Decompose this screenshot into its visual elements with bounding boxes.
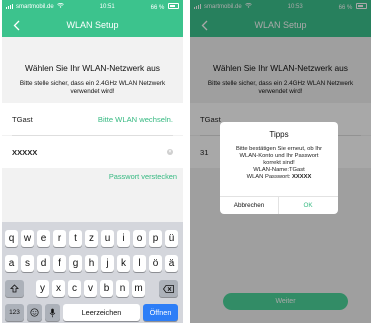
dialog-line: WLAN-Konto und Ihr Passwort <box>239 153 319 159</box>
dialog-line: WLAN-Name:TGast <box>253 167 305 173</box>
key-s[interactable]: s <box>21 255 34 272</box>
key-ue[interactable]: ü <box>165 230 178 247</box>
left-screen: smartmobil.de 10:51 66 % WLAN Setup Wähl… <box>2 0 183 323</box>
key-z[interactable]: z <box>85 230 98 247</box>
key-i[interactable]: i <box>117 230 130 247</box>
password-toggle-link[interactable]: Passwort verstecken <box>109 172 177 181</box>
password-value: XXXXX <box>292 174 312 180</box>
key-ae[interactable]: ä <box>165 255 178 272</box>
keyboard: q w e r t z u i o p ü a s d f g h j k l … <box>2 222 183 323</box>
password-field[interactable]: XXXXX × <box>2 136 183 168</box>
shift-icon[interactable] <box>5 280 24 297</box>
back-icon[interactable] <box>9 17 23 33</box>
clear-icon[interactable]: × <box>167 149 173 155</box>
battery-icon <box>168 2 179 9</box>
page-subtext: Bitte stelle sicher, dass ein 2.4GHz WLA… <box>19 80 166 95</box>
nav-title: WLAN Setup <box>66 20 119 30</box>
key-f[interactable]: f <box>53 255 66 272</box>
dialog-line: WLAN Passwort: XXXXX <box>226 174 332 181</box>
key-l[interactable]: l <box>133 255 146 272</box>
dialog-message: Bitte bestätigen Sie erneut, ob Ihr WLAN… <box>226 146 332 181</box>
key-e[interactable]: e <box>37 230 50 247</box>
key-a[interactable]: a <box>5 255 18 272</box>
key-t[interactable]: t <box>69 230 82 247</box>
microphone-icon[interactable] <box>45 304 60 321</box>
key-o[interactable]: o <box>133 230 146 247</box>
key-b[interactable]: b <box>100 280 113 297</box>
network-row[interactable]: TGast Bitte WLAN wechseln. <box>2 103 183 135</box>
signal-carrier: smartmobil.de <box>6 2 64 10</box>
confirm-dialog: Tipps Bitte bestätigen Sie erneut, ob Ih… <box>220 122 338 214</box>
dialog-title: Tipps <box>269 130 289 139</box>
wifi-icon <box>56 2 64 10</box>
key-j[interactable]: j <box>101 255 114 272</box>
signal-icon <box>6 4 13 9</box>
dialog-line: Bitte bestätigen Sie erneut, ob Ihr <box>235 146 323 152</box>
key-v[interactable]: v <box>84 280 97 297</box>
clock: 10:51 <box>99 3 115 10</box>
key-r[interactable]: r <box>53 230 66 247</box>
key-x[interactable]: x <box>52 280 65 297</box>
delete-icon[interactable] <box>159 280 178 297</box>
return-key[interactable]: Öffnen <box>143 304 178 321</box>
key-m[interactable]: m <box>132 280 145 297</box>
key-y[interactable]: y <box>36 280 49 297</box>
key-n[interactable]: n <box>116 280 129 297</box>
key-h[interactable]: h <box>85 255 98 272</box>
dialog-line: korrekt sind! <box>263 160 295 166</box>
cancel-button[interactable]: Abbrechen <box>220 196 278 214</box>
password-label: WLAN Passwort: <box>246 174 293 180</box>
key-oe[interactable]: ö <box>149 255 162 272</box>
right-screen: smartmobil.de 10:53 66 % WLAN Setup Wähl… <box>190 0 371 323</box>
password-value: XXXXX <box>12 147 38 157</box>
numbers-key[interactable]: 123 <box>5 304 24 321</box>
status-bar: smartmobil.de 10:51 66 % <box>2 0 183 13</box>
space-key[interactable]: Leerzeichen <box>63 304 140 321</box>
key-u[interactable]: u <box>101 230 114 247</box>
battery-label: 66 % <box>150 4 165 11</box>
emoji-icon[interactable] <box>27 304 42 321</box>
carrier-label: smartmobil.de <box>16 3 54 10</box>
change-wlan-link[interactable]: Bitte WLAN wechseln. <box>98 115 173 124</box>
battery-status: 66 % <box>150 2 179 11</box>
key-c[interactable]: c <box>68 280 81 297</box>
page-heading: Wählen Sie Ihr WLAN-Netzwerk aus <box>25 63 160 73</box>
key-q[interactable]: q <box>5 230 18 247</box>
key-w[interactable]: w <box>21 230 34 247</box>
key-p[interactable]: p <box>149 230 162 247</box>
ok-button[interactable]: OK <box>279 196 337 214</box>
nav-bar: WLAN Setup <box>2 13 183 37</box>
key-d[interactable]: d <box>37 255 50 272</box>
network-name: TGast <box>12 114 33 124</box>
key-k[interactable]: k <box>117 255 130 272</box>
key-g[interactable]: g <box>69 255 82 272</box>
